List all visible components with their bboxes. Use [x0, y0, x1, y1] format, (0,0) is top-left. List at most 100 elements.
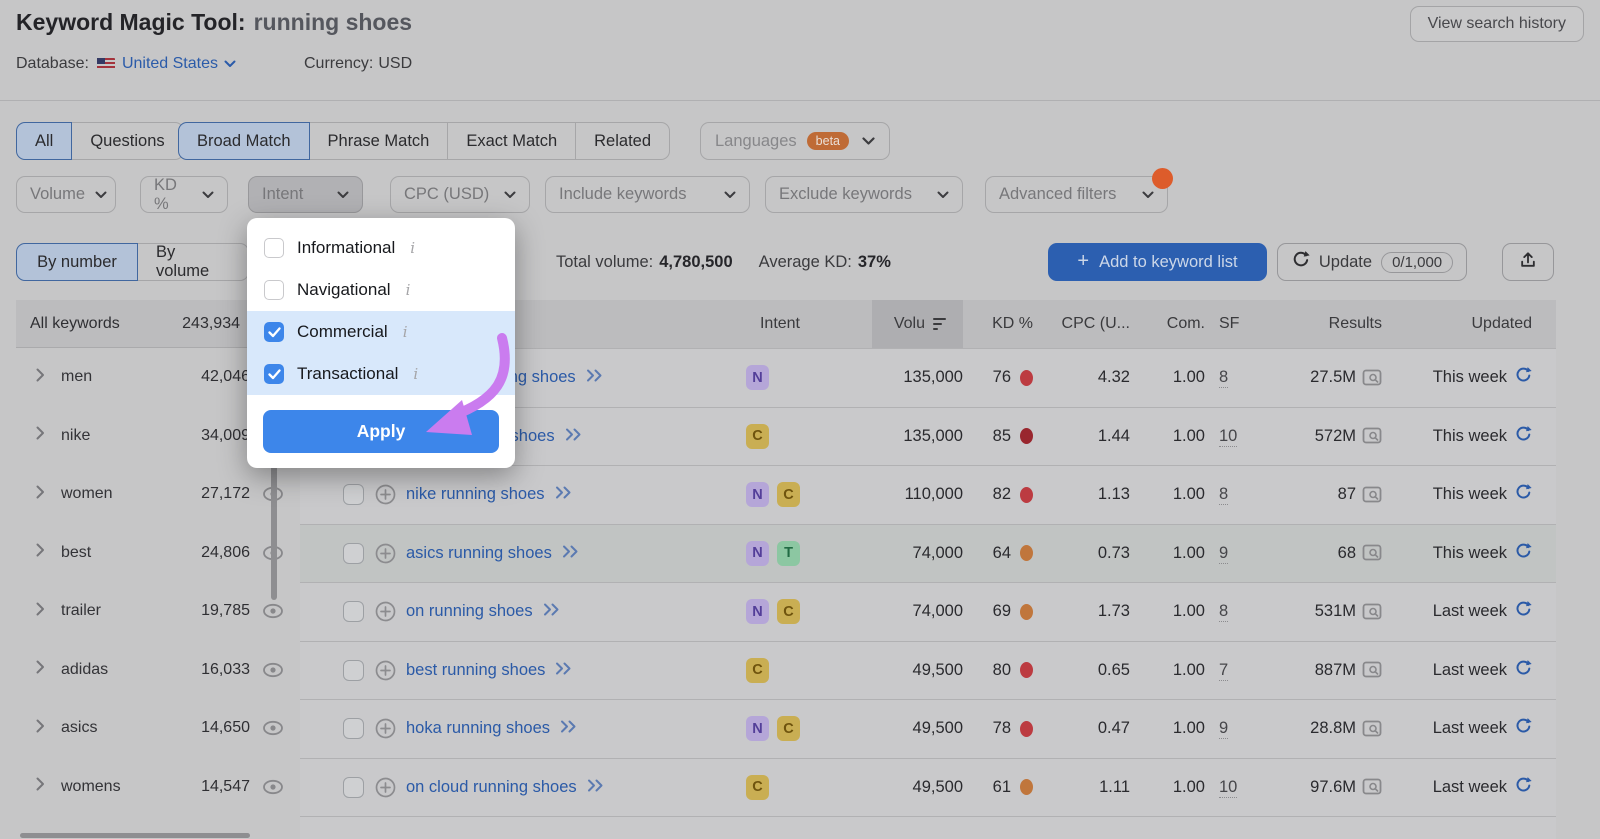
refresh-icon[interactable] — [1514, 717, 1532, 740]
row-checkbox[interactable] — [343, 601, 364, 623]
header-kd[interactable]: KD % — [963, 315, 1047, 333]
double-chevron-icon[interactable] — [560, 719, 578, 738]
row-checkbox[interactable] — [343, 776, 364, 798]
filter-include-keywords[interactable]: Include keywords — [545, 176, 750, 213]
serp-features-count[interactable]: 10 — [1219, 426, 1238, 447]
double-chevron-icon[interactable] — [586, 368, 604, 387]
serp-preview-icon[interactable] — [1362, 427, 1382, 445]
chevron-right-icon[interactable] — [36, 602, 45, 621]
toggle-by-number[interactable]: By number — [16, 243, 138, 281]
refresh-icon[interactable] — [1514, 366, 1532, 389]
serp-preview-icon[interactable] — [1362, 720, 1382, 738]
add-keyword-icon[interactable] — [375, 777, 396, 798]
sidebar-group-row[interactable]: adidas 16,033 — [16, 641, 284, 700]
chevron-right-icon[interactable] — [36, 777, 45, 796]
serp-preview-icon[interactable] — [1362, 661, 1382, 679]
tab-broad-match[interactable]: Broad Match — [178, 122, 310, 160]
serp-features-count[interactable]: 9 — [1219, 719, 1229, 740]
keyword-link[interactable]: asics running shoes — [406, 544, 552, 563]
double-chevron-icon[interactable] — [555, 485, 573, 504]
update-button[interactable]: Update 0/1,000 — [1277, 243, 1467, 281]
sidebar-group-row[interactable]: womens 14,547 — [16, 758, 284, 817]
double-chevron-icon[interactable] — [555, 661, 573, 680]
chevron-right-icon[interactable] — [36, 485, 45, 504]
row-checkbox[interactable] — [343, 484, 364, 506]
serp-preview-icon[interactable] — [1362, 603, 1382, 621]
serp-features-count[interactable]: 7 — [1219, 660, 1229, 681]
tab-questions[interactable]: Questions — [71, 122, 184, 160]
refresh-icon[interactable] — [1514, 776, 1532, 799]
double-chevron-icon[interactable] — [562, 544, 580, 563]
refresh-icon[interactable] — [1514, 425, 1532, 448]
checkbox-checked[interactable] — [264, 322, 284, 342]
checkbox-unchecked[interactable] — [264, 280, 284, 300]
serp-features-count[interactable]: 8 — [1219, 602, 1229, 623]
intent-option-informational[interactable]: Informational i — [247, 227, 515, 269]
sidebar-group-row[interactable]: best 24,806 — [16, 524, 284, 583]
checkbox-checked[interactable] — [264, 364, 284, 384]
checkbox-unchecked[interactable] — [264, 238, 284, 258]
filter-kd[interactable]: KD % — [140, 176, 228, 213]
filter-volume[interactable]: Volume — [16, 176, 116, 213]
row-checkbox[interactable] — [343, 659, 364, 681]
header-cpc[interactable]: CPC (U... — [1047, 315, 1130, 333]
chevron-right-icon[interactable] — [36, 660, 45, 679]
filter-exclude-keywords[interactable]: Exclude keywords — [765, 176, 963, 213]
keyword-table-row[interactable]: nike running shoes NC 110,000 82 1.13 1.… — [300, 465, 1556, 524]
keyword-link[interactable]: on running shoes — [406, 602, 533, 621]
view-search-history-button[interactable]: View search history — [1409, 6, 1584, 42]
refresh-icon[interactable] — [1514, 600, 1532, 623]
filter-intent[interactable]: Intent — [248, 176, 363, 213]
keyword-table-row[interactable]: on running shoes NC 74,000 69 1.73 1.00 … — [300, 582, 1556, 641]
eye-icon[interactable] — [262, 720, 284, 736]
refresh-icon[interactable] — [1514, 659, 1532, 682]
keyword-link[interactable]: nike running shoes — [406, 485, 545, 504]
eye-icon[interactable] — [262, 603, 284, 619]
header-com[interactable]: Com. — [1130, 315, 1205, 333]
serp-features-count[interactable]: 9 — [1219, 543, 1229, 564]
sidebar-group-row[interactable]: trailer 19,785 — [16, 582, 284, 641]
languages-dropdown[interactable]: Languages beta — [700, 122, 890, 160]
serp-preview-icon[interactable] — [1362, 486, 1382, 504]
tab-phrase-match[interactable]: Phrase Match — [308, 122, 449, 160]
double-chevron-icon[interactable] — [543, 602, 561, 621]
filter-advanced[interactable]: Advanced filters — [985, 176, 1168, 213]
sidebar-vertical-scrollbar[interactable] — [271, 455, 277, 600]
tab-all[interactable]: All — [16, 122, 73, 160]
eye-icon[interactable] — [262, 779, 284, 795]
add-keyword-icon[interactable] — [375, 484, 396, 505]
header-volume[interactable]: Volu — [810, 300, 963, 348]
row-checkbox[interactable] — [343, 542, 364, 564]
sidebar-group-row[interactable]: women 27,172 — [16, 465, 284, 524]
tab-exact-match[interactable]: Exact Match — [447, 122, 577, 160]
header-results[interactable]: Results — [1250, 315, 1382, 333]
refresh-icon[interactable] — [1514, 483, 1532, 506]
double-chevron-icon[interactable] — [587, 778, 605, 797]
serp-preview-icon[interactable] — [1362, 544, 1382, 562]
keyword-table-row[interactable]: on cloud running shoes C 49,500 61 1.11 … — [300, 757, 1556, 816]
serp-features-count[interactable]: 10 — [1219, 777, 1238, 798]
refresh-icon[interactable] — [1514, 542, 1532, 565]
keyword-link[interactable]: on cloud running shoes — [406, 778, 577, 797]
keyword-link[interactable]: hoka running shoes — [406, 719, 550, 738]
database-selector[interactable]: United States — [122, 55, 218, 73]
serp-preview-icon[interactable] — [1362, 369, 1382, 387]
serp-preview-icon[interactable] — [1362, 778, 1382, 796]
double-chevron-icon[interactable] — [565, 427, 583, 446]
serp-features-count[interactable]: 8 — [1219, 485, 1229, 506]
chevron-right-icon[interactable] — [36, 719, 45, 738]
sidebar-all-keywords[interactable]: All keywords 243,934 — [16, 300, 284, 348]
chevron-down-icon[interactable] — [224, 55, 236, 73]
header-intent[interactable]: Intent — [680, 315, 810, 333]
tab-related[interactable]: Related — [575, 122, 671, 160]
serp-features-count[interactable]: 8 — [1219, 368, 1229, 389]
keyword-table-row[interactable]: hoka running shoes NC 49,500 78 0.47 1.0… — [300, 699, 1556, 758]
keyword-table-row[interactable]: best running shoes C 49,500 80 0.65 1.00… — [300, 640, 1556, 699]
chevron-right-icon[interactable] — [36, 543, 45, 562]
add-to-keyword-list-button[interactable]: + Add to keyword list — [1048, 243, 1267, 281]
row-checkbox[interactable] — [343, 718, 364, 740]
add-keyword-icon[interactable] — [375, 718, 396, 739]
filter-cpc[interactable]: CPC (USD) — [390, 176, 530, 213]
export-button[interactable] — [1502, 243, 1554, 281]
header-updated[interactable]: Updated — [1382, 315, 1533, 333]
